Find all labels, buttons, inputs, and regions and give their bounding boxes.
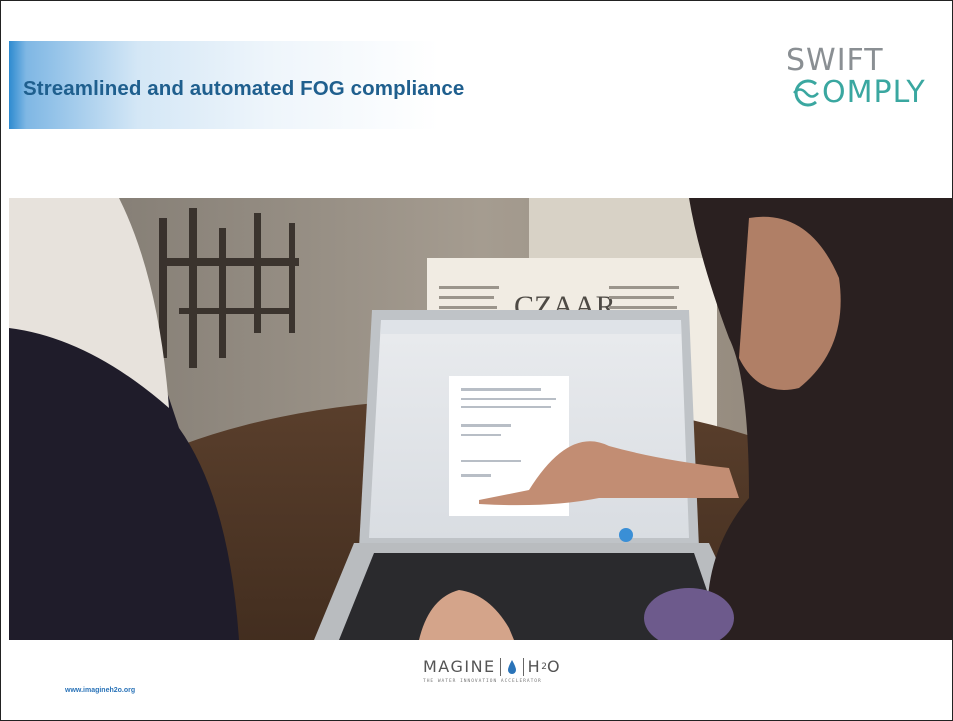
imagine-word: MAGINE — [423, 657, 496, 676]
slide: Streamlined and automated FOG compliance… — [0, 0, 953, 721]
imagine-h2o-tagline: THE WATER INNOVATION ACCELERATOR — [423, 679, 542, 684]
swiftcomply-logo-line2-wrap: OMPLY — [786, 75, 926, 111]
logo-h: H — [527, 657, 542, 676]
logo-o: O — [546, 657, 562, 676]
logo-divider-2 — [522, 658, 524, 676]
slide-title: Streamlined and automated FOG compliance — [23, 77, 465, 100]
swiftcomply-logo: SWIFT OMPLY — [786, 45, 946, 129]
swiftcomply-logo-line1: SWIFT — [786, 43, 884, 78]
imagine-h2o-wordmark: MAGINE H2O — [423, 656, 561, 678]
imagine-h2o-logo: MAGINE H2O THE WATER INNOVATION ACCELERA… — [423, 656, 560, 696]
photo-illustration: CZAAR — [9, 198, 952, 640]
footer-website-link[interactable]: www.imagineh2o.org — [65, 687, 135, 694]
photo-laptop-demo: CZAAR — [9, 198, 952, 640]
swiftcomply-logo-line2: OMPLY — [822, 75, 926, 110]
comply-c-mark-icon — [793, 79, 819, 107]
water-drop-icon — [507, 660, 516, 674]
logo-divider — [499, 658, 501, 676]
